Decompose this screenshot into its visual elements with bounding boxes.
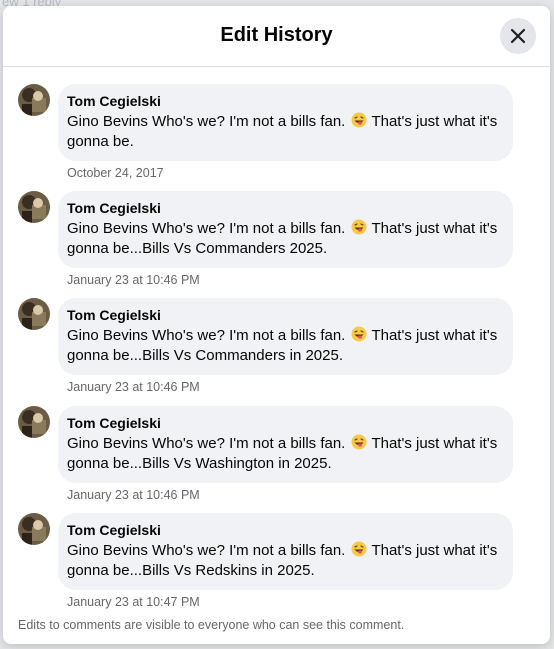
comment-author[interactable]: Tom Cegielski [67, 199, 501, 217]
comment-author[interactable]: Tom Cegielski [67, 306, 501, 324]
edit-timestamp: January 23 at 10:46 PM [67, 380, 200, 394]
comment-author[interactable]: Tom Cegielski [67, 414, 501, 432]
grinning-squinting-tongue-emoji-icon [351, 112, 367, 128]
grinning-squinting-tongue-emoji-icon [351, 541, 367, 557]
comment-text: Gino Bevins Who's we? I'm not a bills fa… [67, 541, 501, 581]
comment-author[interactable]: Tom Cegielski [67, 92, 501, 110]
history-entry: Tom Cegielski Gino Bevins Who's we? I'm … [18, 406, 534, 513]
history-entry: Tom Cegielski Gino Bevins Who's we? I'm … [18, 298, 534, 406]
comment-text-part: Gino Bevins Who's we? I'm not a bills fa… [67, 327, 346, 344]
avatar[interactable] [18, 513, 50, 545]
comment-text: Gino Bevins Who's we? I'm not a bills fa… [67, 326, 501, 366]
avatar[interactable] [18, 84, 50, 116]
grinning-squinting-tongue-emoji-icon [351, 326, 367, 342]
avatar[interactable] [18, 191, 50, 223]
comment-text: Gino Bevins Who's we? I'm not a bills fa… [67, 112, 501, 152]
comment-text-part: Gino Bevins Who's we? I'm not a bills fa… [67, 220, 346, 237]
edit-timestamp: October 24, 2017 [67, 166, 164, 180]
history-entry: Tom Cegielski Gino Bevins Who's we? I'm … [18, 191, 534, 298]
dialog-header: Edit History [3, 6, 550, 67]
profile-photo-icon [18, 84, 50, 116]
grinning-squinting-tongue-emoji-icon [351, 434, 367, 450]
close-icon [510, 28, 526, 44]
profile-photo-icon [18, 298, 50, 330]
profile-photo-icon [18, 191, 50, 223]
comment-bubble: Tom Cegielski Gino Bevins Who's we? I'm … [58, 84, 513, 161]
profile-photo-icon [18, 406, 50, 438]
close-button[interactable] [500, 18, 536, 54]
avatar[interactable] [18, 298, 50, 330]
history-entry: Tom Cegielski Gino Bevins Who's we? I'm … [18, 84, 534, 191]
comment-text: Gino Bevins Who's we? I'm not a bills fa… [67, 219, 501, 259]
edit-history-dialog: Edit History Tom Cegielski Gino Bevins W… [3, 6, 550, 644]
edit-timestamp: January 23 at 10:46 PM [67, 273, 200, 287]
avatar[interactable] [18, 406, 50, 438]
comment-text: Gino Bevins Who's we? I'm not a bills fa… [67, 434, 501, 474]
comment-text-part: Gino Bevins Who's we? I'm not a bills fa… [67, 542, 346, 559]
comment-bubble: Tom Cegielski Gino Bevins Who's we? I'm … [58, 406, 513, 483]
visibility-note: Edits to comments are visible to everyon… [18, 618, 405, 632]
comment-bubble: Tom Cegielski Gino Bevins Who's we? I'm … [58, 298, 513, 375]
comment-text-part: Gino Bevins Who's we? I'm not a bills fa… [67, 435, 346, 452]
dialog-title: Edit History [220, 23, 333, 46]
comment-text-part: Gino Bevins Who's we? I'm not a bills fa… [67, 113, 346, 130]
edit-timestamp: January 23 at 10:46 PM [67, 488, 200, 502]
comment-bubble: Tom Cegielski Gino Bevins Who's we? I'm … [58, 513, 513, 590]
edit-timestamp: January 23 at 10:47 PM [67, 595, 200, 609]
edit-history-list: Tom Cegielski Gino Bevins Who's we? I'm … [3, 67, 550, 620]
grinning-squinting-tongue-emoji-icon [351, 219, 367, 235]
comment-author[interactable]: Tom Cegielski [67, 521, 501, 539]
profile-photo-icon [18, 513, 50, 545]
history-entry: Tom Cegielski Gino Bevins Who's we? I'm … [18, 513, 534, 620]
comment-bubble: Tom Cegielski Gino Bevins Who's we? I'm … [58, 191, 513, 268]
